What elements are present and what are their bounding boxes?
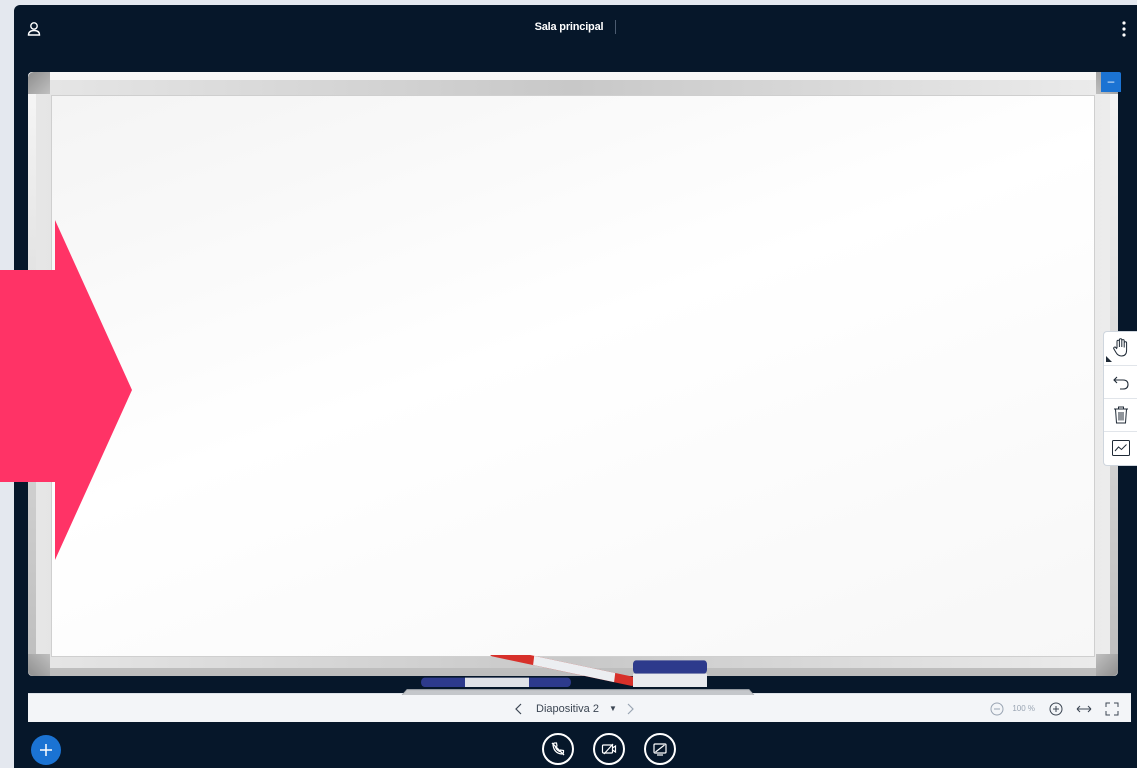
minimize-presentation-button[interactable]: – (1101, 72, 1121, 92)
actions-button[interactable] (31, 735, 61, 765)
video-off-icon (601, 743, 617, 755)
zoom-in-button[interactable] (1047, 700, 1065, 718)
undo-icon (1113, 376, 1129, 390)
clear-all-button[interactable] (1104, 398, 1137, 430)
hand-icon (1113, 338, 1128, 357)
meeting-title: Sala principal (534, 21, 604, 33)
red-arrow-overlay (0, 220, 132, 560)
zoom-controls: 100 % (988, 694, 1121, 723)
chart-line-icon (1112, 439, 1130, 456)
frame-corner (28, 654, 50, 676)
whiteboard[interactable] (28, 72, 1118, 676)
top-bar: Sala principal (14, 5, 1137, 51)
previous-slide-button[interactable] (510, 700, 528, 718)
chevron-left-icon (515, 703, 522, 714)
fit-width-button[interactable] (1075, 700, 1093, 718)
slide-navigation: Diapositiva 2 ▼ (510, 694, 639, 723)
zoom-in-icon (1049, 702, 1063, 715)
fullscreen-icon (1105, 702, 1119, 715)
meeting-title-area: Sala principal (14, 20, 1137, 34)
plus-icon (40, 744, 52, 756)
slide-select[interactable]: Diapositiva 2 ▼ (536, 703, 617, 715)
title-separator (615, 20, 617, 34)
share-webcam-button[interactable] (593, 733, 625, 765)
fit-width-icon (1076, 705, 1092, 712)
whiteboard-surface[interactable] (51, 95, 1095, 657)
next-slide-button[interactable] (621, 700, 639, 718)
join-audio-button[interactable] (542, 733, 574, 765)
options-button[interactable] (1119, 19, 1129, 39)
whiteboard-frame (28, 72, 1118, 676)
marker-tray (401, 655, 755, 695)
share-screen-button[interactable] (644, 733, 676, 765)
tool-corner-indicator (1106, 356, 1112, 362)
minimize-icon: – (1107, 74, 1115, 88)
zoom-out-button[interactable] (988, 700, 1006, 718)
zoom-value: 100 % (1012, 704, 1035, 713)
undo-tool-button[interactable] (1104, 365, 1137, 397)
fullscreen-button[interactable] (1103, 700, 1121, 718)
screenshare-off-icon (653, 743, 667, 756)
chevron-right-icon (627, 703, 634, 714)
audio-off-icon (551, 742, 565, 756)
caret-down-icon: ▼ (608, 704, 617, 713)
presentation-bar: Diapositiva 2 ▼ 100 % (28, 693, 1131, 722)
zoom-out-icon (990, 702, 1004, 715)
multiuser-toggle-button[interactable] (1104, 431, 1137, 463)
whiteboard-toolbar (1103, 331, 1137, 466)
trash-icon (1114, 406, 1128, 423)
frame-corner (28, 72, 50, 94)
slide-select-label: Diapositiva 2 (536, 702, 599, 715)
hand-tool-button[interactable] (1104, 332, 1137, 364)
frame-corner (1096, 654, 1118, 676)
more-vertical-icon (1122, 21, 1126, 37)
